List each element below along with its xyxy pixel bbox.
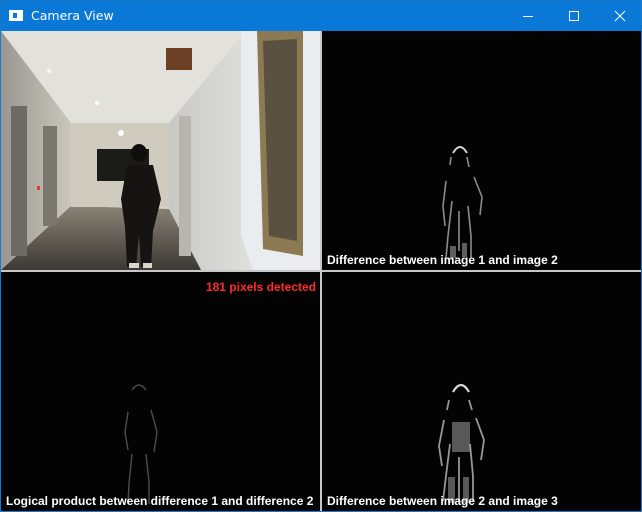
caption-logical-product: Logical product between difference 1 and… [6, 494, 314, 508]
camera-view-window: Camera View Difference between image 1 a… [0, 0, 642, 512]
caption-difference-1-2: Difference between image 1 and image 2 [327, 253, 558, 267]
close-icon [614, 10, 626, 22]
camera-live-view [1, 31, 320, 270]
camera-grid: Difference between image 1 and image 2 1… [1, 31, 641, 511]
difference-1-2-image [442, 146, 483, 259]
minimize-icon [523, 16, 533, 17]
title-bar[interactable]: Camera View [1, 1, 641, 31]
app-window-icon [9, 10, 23, 21]
window-title: Camera View [31, 8, 114, 23]
difference-1-2-view: Difference between image 1 and image 2 [322, 31, 641, 270]
close-button[interactable] [597, 1, 642, 31]
difference-2-3-image [438, 383, 485, 503]
caption-difference-2-3: Difference between image 2 and image 3 [327, 494, 558, 508]
maximize-icon [569, 11, 579, 21]
corridor-camera-image [1, 31, 320, 270]
difference-2-3-view: Difference between image 2 and image 3 [322, 272, 641, 511]
maximize-button[interactable] [551, 1, 597, 31]
logical-product-image [124, 384, 158, 505]
logical-product-view: 181 pixels detected Logical product betw… [1, 272, 320, 511]
minimize-button[interactable] [505, 1, 551, 31]
